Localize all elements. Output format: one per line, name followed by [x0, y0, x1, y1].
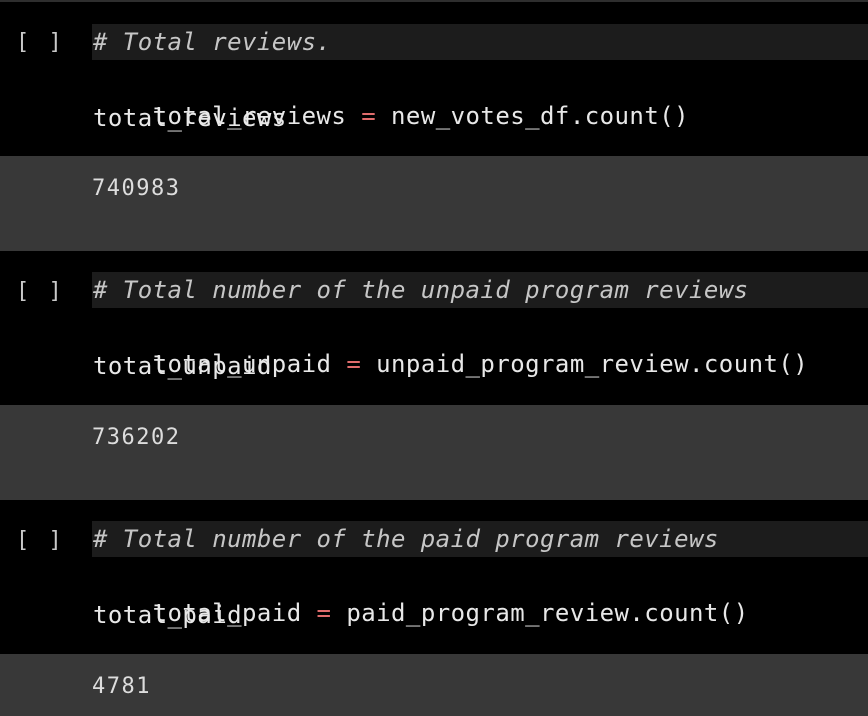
code-comment: # Total reviews. — [93, 28, 332, 56]
cell-output-total-paid: 4781 — [0, 654, 868, 716]
code-comment: # Total number of the paid program revie… — [93, 525, 719, 553]
assignment-operator: = — [316, 599, 332, 627]
code-line-expression: total_unpaid — [93, 352, 272, 380]
assignment-operator: = — [361, 102, 377, 130]
run-cell-button[interactable]: [ ] — [16, 30, 65, 55]
code-line-assignment: total_reviews = new_votes_df.count() — [93, 62, 689, 130]
output-value: 4781 — [92, 674, 151, 699]
code-line-assignment: total_unpaid = unpaid_program_review.cou… — [93, 310, 808, 378]
code-comment: # Total number of the unpaid program rev… — [93, 276, 749, 304]
cell-output-total-unpaid: 736202 — [0, 405, 868, 500]
output-value: 736202 — [92, 425, 181, 450]
cell-output-total-reviews: 740983 — [0, 156, 868, 251]
code-cell-total-paid[interactable]: [ ] # Total number of the paid program r… — [0, 500, 868, 654]
run-cell-button[interactable]: [ ] — [16, 279, 65, 304]
code-line-expression: total_paid — [93, 601, 242, 629]
code-cell-total-unpaid[interactable]: [ ] # Total number of the unpaid program… — [0, 251, 868, 405]
code-line-assignment: total_paid = paid_program_review.count() — [93, 559, 749, 627]
code-cell-total-reviews[interactable]: [ ] # Total reviews. total_reviews = new… — [0, 2, 868, 156]
assignment-operator: = — [346, 350, 362, 378]
method-call: new_votes_df.count() — [391, 102, 690, 130]
method-call: unpaid_program_review.count() — [376, 350, 809, 378]
run-cell-button[interactable]: [ ] — [16, 528, 65, 553]
code-line-expression: total_reviews — [93, 104, 287, 132]
output-value: 740983 — [92, 176, 181, 201]
method-call: paid_program_review.count() — [346, 599, 749, 627]
